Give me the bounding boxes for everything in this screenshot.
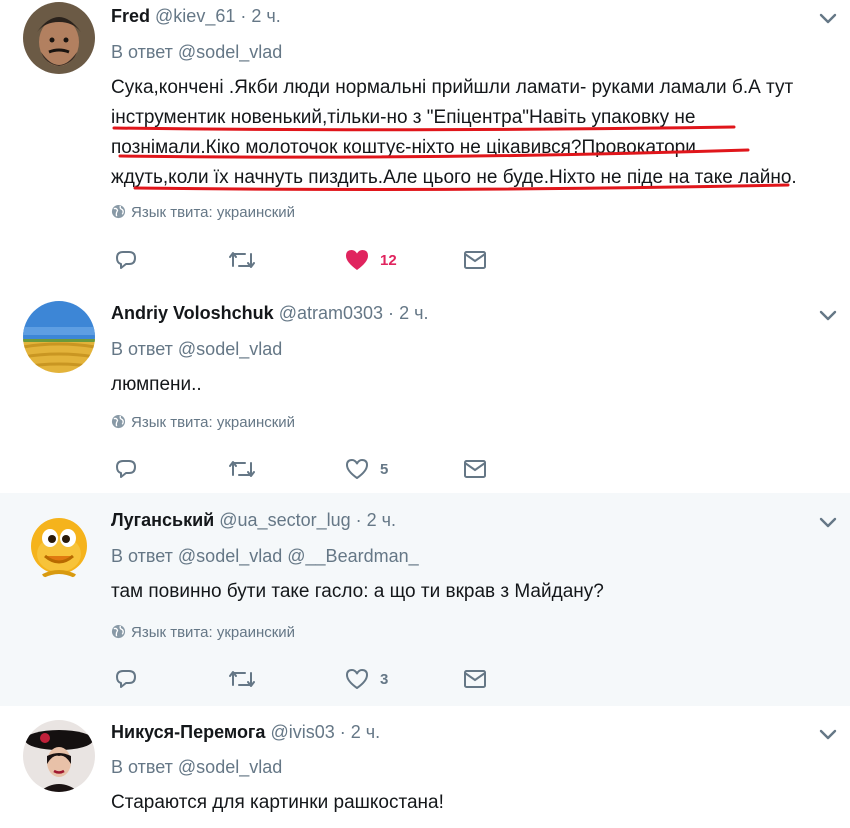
reply-context: В ответ @sodel_vlad [111, 339, 282, 360]
avatar[interactable] [23, 2, 95, 74]
chevron-down-icon[interactable] [816, 6, 840, 30]
reply-button[interactable] [114, 454, 138, 484]
display-name[interactable]: Луганський [111, 510, 214, 530]
timestamp[interactable]: 2 ч. [367, 510, 396, 530]
display-name[interactable]: Никуся-Перемога [111, 722, 265, 742]
reply-button[interactable] [114, 245, 138, 275]
retweet-icon [229, 461, 255, 477]
user-handle[interactable]: @ua_sector_lug [219, 510, 350, 530]
tweet-text-line: ждуть,коли їх начнуть пиздить.Але цього … [111, 167, 797, 188]
reply-prefix: В ответ [111, 339, 173, 359]
tweet-header: Fred @kiev_61 · 2 ч. [111, 6, 281, 27]
globe-icon [111, 414, 126, 429]
like-button[interactable]: 12 [344, 245, 397, 275]
reply-icon [116, 460, 136, 478]
tweet-actions: 5 [111, 454, 531, 484]
heart-icon [346, 669, 368, 689]
reply-prefix: В ответ [111, 42, 173, 62]
reply-to-link[interactable]: @sodel_vlad [178, 546, 282, 566]
direct-message-icon [464, 460, 486, 478]
tweet-2[interactable]: Andriy Voloshchuk @atram0303 · 2 ч. В от… [0, 287, 850, 494]
chevron-down-icon[interactable] [816, 722, 840, 746]
reply-prefix: В ответ [111, 546, 173, 566]
reply-context: В ответ @sodel_vlad [111, 42, 282, 63]
user-handle[interactable]: @atram0303 [279, 303, 383, 323]
display-name[interactable]: Andriy Voloshchuk [111, 303, 274, 323]
tweet-text: люмпени.. [111, 370, 841, 400]
avatar[interactable] [23, 301, 95, 373]
retweet-button[interactable] [228, 454, 256, 484]
tweet-text: там повинно бути таке гасло: а що ти вкр… [111, 577, 841, 607]
tweet-3[interactable]: Луганський @ua_sector_lug · 2 ч. В ответ… [0, 493, 850, 707]
tweet-actions: 3 [111, 664, 531, 694]
tweet-text-line: познімали.Кіко молоточок коштує-ніхто не… [111, 137, 696, 158]
tweet-1[interactable]: Fred @kiev_61 · 2 ч. В ответ @sodel_vlad… [0, 0, 850, 288]
timestamp[interactable]: 2 ч. [399, 303, 428, 323]
language-label: Язык твита: украинский [131, 414, 296, 431]
direct-message-button[interactable] [462, 245, 488, 275]
separator-dot: · [355, 510, 362, 530]
tweet-text: Стараются для картинки рашкостана! [111, 788, 841, 818]
language-label: Язык твита: украинский [131, 624, 296, 641]
like-count: 3 [380, 670, 389, 688]
like-button[interactable]: 3 [344, 664, 388, 694]
tweet-header: Луганський @ua_sector_lug · 2 ч. [111, 510, 396, 531]
like-count: 12 [380, 251, 397, 269]
like-button[interactable]: 5 [344, 454, 388, 484]
retweet-icon [229, 252, 255, 268]
reply-context: В ответ @sodel_vlad @__Beardman_ [111, 546, 419, 567]
tweet-text-line: інструментик новенький,тільки-но з "Епіц… [111, 107, 696, 128]
separator-dot: · [388, 303, 395, 323]
reply-to-link[interactable]: @__Beardman_ [287, 546, 418, 566]
direct-message-icon [464, 670, 486, 688]
separator-dot: · [339, 722, 346, 742]
separator-dot: · [240, 6, 247, 26]
tweet-language: Язык твита: украинский [111, 204, 295, 221]
tweet-header: Andriy Voloshchuk @atram0303 · 2 ч. [111, 303, 428, 324]
reply-prefix: В ответ [111, 757, 173, 777]
heart-filled-icon [346, 250, 368, 270]
tweet-text-line: Стараются для картинки рашкостана! [111, 792, 444, 813]
user-handle[interactable]: @kiev_61 [155, 6, 235, 26]
timestamp[interactable]: 2 ч. [251, 6, 280, 26]
tweet-language: Язык твита: украинский [111, 624, 295, 641]
reply-button[interactable] [114, 664, 138, 694]
tweet-header: Никуся-Перемога @ivis03 · 2 ч. [111, 722, 380, 743]
direct-message-button[interactable] [462, 454, 488, 484]
reply-context: В ответ @sodel_vlad [111, 757, 282, 778]
reply-to-link[interactable]: @sodel_vlad [178, 339, 282, 359]
chevron-down-icon[interactable] [816, 303, 840, 327]
language-label: Язык твита: украинский [131, 204, 296, 221]
heart-icon [346, 459, 368, 479]
tweet-text-line: там повинно бути таке гасло: а що ти вкр… [111, 581, 604, 602]
globe-icon [111, 624, 126, 639]
reply-icon [116, 670, 136, 688]
direct-message-button[interactable] [462, 664, 488, 694]
tweet-text: Сука,кончені .Якби люди нормальні прийшл… [111, 73, 841, 193]
tweet-text-line: люмпени.. [111, 374, 202, 395]
retweet-button[interactable] [228, 245, 256, 275]
retweet-icon [229, 671, 255, 687]
avatar[interactable] [23, 508, 95, 580]
reply-to-link[interactable]: @sodel_vlad [178, 757, 282, 777]
tweet-4[interactable]: Никуся-Перемога @ivis03 · 2 ч. В ответ @… [0, 706, 850, 828]
like-count: 5 [380, 460, 389, 478]
timestamp[interactable]: 2 ч. [351, 722, 380, 742]
display-name[interactable]: Fred [111, 6, 150, 26]
reply-to-link[interactable]: @sodel_vlad [178, 42, 282, 62]
chevron-down-icon[interactable] [816, 510, 840, 534]
direct-message-icon [464, 251, 486, 269]
reply-icon [116, 251, 136, 269]
tweet-language: Язык твита: украинский [111, 414, 295, 431]
globe-icon [111, 204, 126, 219]
avatar[interactable] [23, 720, 95, 792]
retweet-button[interactable] [228, 664, 256, 694]
tweet-actions: 12 [111, 245, 531, 275]
tweet-text-line: Сука,кончені .Якби люди нормальні прийшл… [111, 77, 794, 98]
user-handle[interactable]: @ivis03 [270, 722, 334, 742]
